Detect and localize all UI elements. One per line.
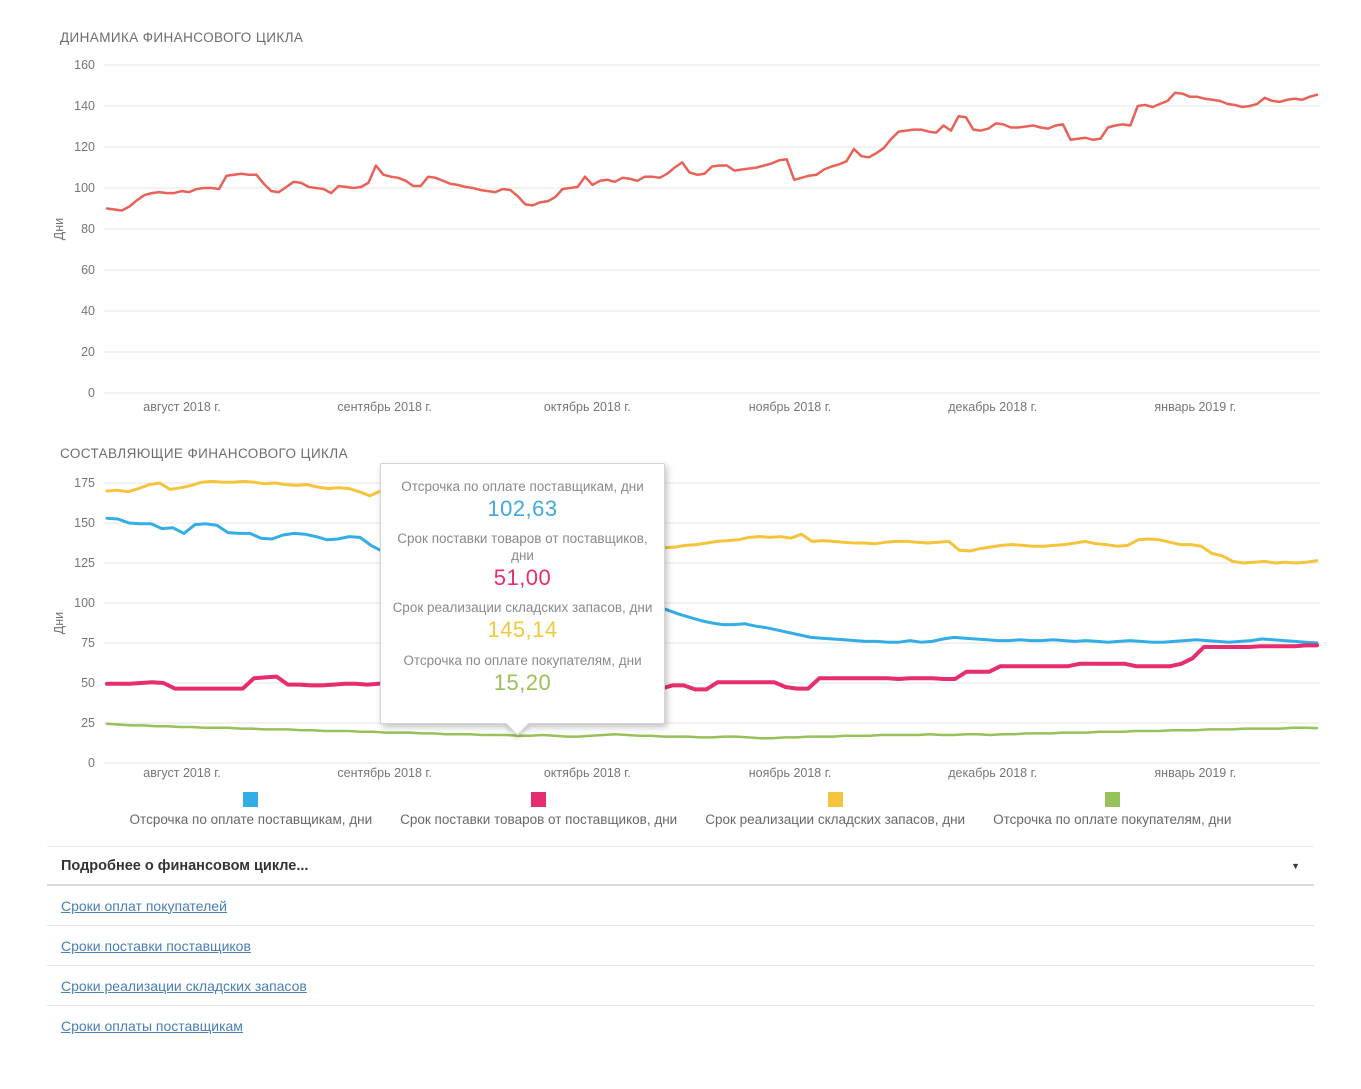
chart-tooltip: Отсрочка по оплате поставщикам, дни 102,… xyxy=(380,463,665,724)
x-tick-label: октябрь 2018 г. xyxy=(544,400,631,414)
y-axis-title: Дни xyxy=(52,218,66,240)
chevron-down-icon[interactable]: ▼ xyxy=(1291,861,1300,871)
y-tick-label: 150 xyxy=(74,516,95,530)
tooltip-label: Отсрочка по оплате покупателям, дни xyxy=(391,653,654,670)
y-tick-label: 160 xyxy=(74,58,95,72)
legend-item-delivery-term-suppliers[interactable]: Срок поставки товаров от поставщиков, дн… xyxy=(400,792,677,827)
y-tick-label: 60 xyxy=(81,263,95,277)
y-axis-title: Дни xyxy=(52,612,66,634)
x-tick-label: сентябрь 2018 г. xyxy=(337,400,431,414)
tooltip-label: Срок реализации складских запасов, дни xyxy=(391,600,654,617)
link-supplier-delivery-terms[interactable]: Сроки поставки поставщиков xyxy=(61,938,251,954)
x-tick-label: октябрь 2018 г. xyxy=(544,766,631,780)
y-tick-label: 175 xyxy=(74,476,95,490)
legend-item-stock-turnover[interactable]: Срок реализации складских запасов, дни xyxy=(705,792,965,827)
legend-swatch-blue xyxy=(243,792,258,807)
y-tick-label: 25 xyxy=(81,716,95,730)
link-stock-realization-terms[interactable]: Сроки реализации складских запасов xyxy=(61,978,307,994)
x-tick-label: сентябрь 2018 г. xyxy=(337,766,431,780)
list-item: Сроки оплаты поставщикам xyxy=(47,1006,1314,1046)
link-buyer-payment-terms[interactable]: Сроки оплат покупателей xyxy=(61,898,227,914)
x-tick-label: август 2018 г. xyxy=(143,400,221,414)
details-header-label: Подробнее о финансовом цикле... xyxy=(61,858,308,874)
chart2-title: СОСТАВЛЯЮЩИЕ ФИНАНСОВОГО ЦИКЛА xyxy=(60,446,348,461)
y-tick-label: 0 xyxy=(88,386,95,400)
tooltip-row: Срок реализации складских запасов, дни 1… xyxy=(391,600,654,643)
tooltip-value: 51,00 xyxy=(391,565,654,591)
x-tick-label: декабрь 2018 г. xyxy=(948,400,1037,414)
y-tick-label: 80 xyxy=(81,222,95,236)
series-line xyxy=(107,518,1317,643)
details-header[interactable]: Подробнее о финансовом цикле... ▼ xyxy=(47,846,1314,886)
series-line xyxy=(107,93,1317,211)
financial-cycle-report: 0 20 40 60 80 100 120 140 160 Дни август 2018 г. се… xyxy=(0,0,1361,1089)
tooltip-row: Отсрочка по оплате покупателям, дни 15,2… xyxy=(391,653,654,696)
y-tick-label: 100 xyxy=(74,181,95,195)
x-tick-label: январь 2019 г. xyxy=(1154,400,1236,414)
list-item: Сроки реализации складских запасов xyxy=(47,966,1314,1006)
chart1-title: ДИНАМИКА ФИНАНСОВОГО ЦИКЛА xyxy=(60,30,303,45)
legend-swatch-pink xyxy=(531,792,546,807)
y-tick-label: 0 xyxy=(88,756,95,770)
legend-swatch-yellow xyxy=(828,792,843,807)
x-tick-label: ноябрь 2018 г. xyxy=(749,400,832,414)
legend-swatch-green xyxy=(1105,792,1120,807)
tooltip-row: Срок поставки товаров от поставщиков, дн… xyxy=(391,531,654,591)
chart-legend: Отсрочка по оплате поставщикам, дни Срок… xyxy=(0,792,1361,827)
list-item: Сроки поставки поставщиков xyxy=(47,926,1314,966)
legend-label: Отсрочка по оплате покупателям, дни xyxy=(993,812,1231,827)
legend-label: Срок поставки товаров от поставщиков, дн… xyxy=(400,812,677,827)
y-tick-label: 120 xyxy=(74,140,95,154)
legend-item-payment-deferral-suppliers[interactable]: Отсрочка по оплате поставщикам, дни xyxy=(130,792,373,827)
x-tick-label: август 2018 г. xyxy=(143,766,221,780)
x-tick-label: январь 2019 г. xyxy=(1154,766,1236,780)
y-tick-label: 50 xyxy=(81,676,95,690)
series-line xyxy=(107,724,1317,738)
tooltip-label: Срок поставки товаров от поставщиков, дн… xyxy=(391,531,654,565)
y-tick-label: 125 xyxy=(74,556,95,570)
y-tick-label: 100 xyxy=(74,596,95,610)
tooltip-label: Отсрочка по оплате поставщикам, дни xyxy=(391,479,654,496)
y-tick-label: 140 xyxy=(74,99,95,113)
series-line xyxy=(107,481,1317,563)
link-supplier-payment-terms[interactable]: Сроки оплаты поставщикам xyxy=(61,1018,243,1034)
legend-label: Срок реализации складских запасов, дни xyxy=(705,812,965,827)
x-tick-label: ноябрь 2018 г. xyxy=(749,766,832,780)
tooltip-value: 102,63 xyxy=(391,496,654,522)
tooltip-row: Отсрочка по оплате поставщикам, дни 102,… xyxy=(391,479,654,522)
y-tick-label: 75 xyxy=(81,636,95,650)
details-panel: Подробнее о финансовом цикле... ▼ Сроки … xyxy=(47,846,1314,1046)
y-tick-label: 20 xyxy=(81,345,95,359)
y-tick-label: 40 xyxy=(81,304,95,318)
x-tick-label: декабрь 2018 г. xyxy=(948,766,1037,780)
tooltip-value: 15,20 xyxy=(391,670,654,696)
list-item: Сроки оплат покупателей xyxy=(47,886,1314,926)
tooltip-value: 145,14 xyxy=(391,617,654,643)
legend-label: Отсрочка по оплате поставщикам, дни xyxy=(130,812,373,827)
legend-item-payment-deferral-buyers[interactable]: Отсрочка по оплате покупателям, дни xyxy=(993,792,1231,827)
